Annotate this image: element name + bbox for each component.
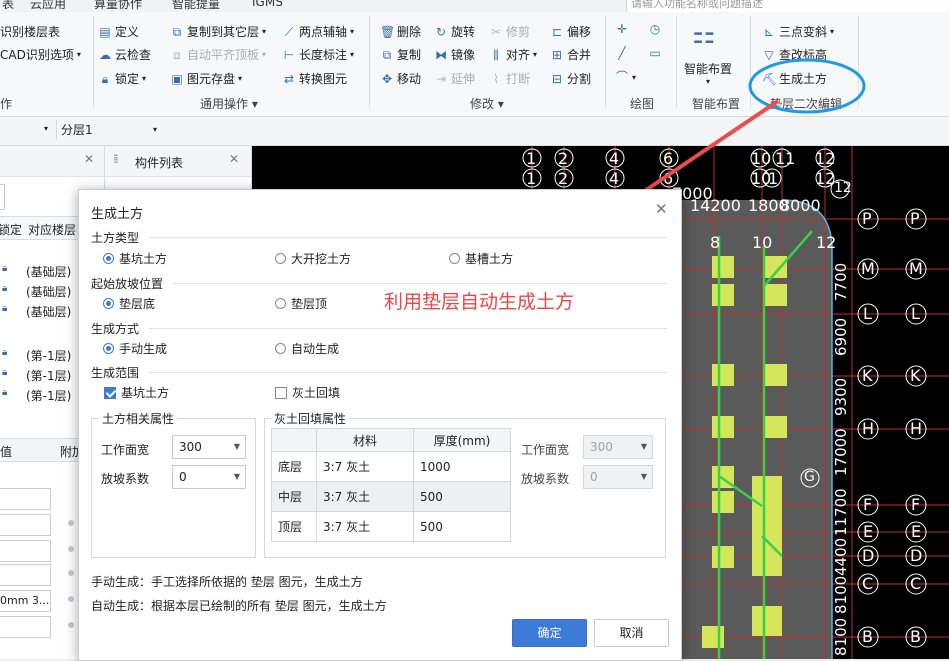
thickness-cell[interactable]: 500 — [413, 481, 511, 512]
work-width-label: 工作面宽 — [101, 443, 150, 457]
row-label: 顶层 — [271, 511, 317, 542]
radio-dot — [275, 343, 286, 354]
radio-manual-generate[interactable]: 手动生成 — [103, 340, 167, 357]
select-value: 0 — [590, 470, 598, 484]
radio-label: 垫层底 — [119, 297, 156, 311]
material-cell[interactable]: 3:7 灰土 — [316, 451, 414, 482]
earth-type-label: 土方类型 — [91, 231, 140, 245]
checkbox-label: 灰土回填 — [292, 386, 341, 400]
check-pit-earthwork[interactable]: 基坑土方 — [104, 384, 169, 401]
select-value: 0 — [179, 470, 187, 484]
checkbox-label: 基坑土方 — [121, 386, 170, 400]
fill-slope-coef-label: 放坡系数 — [521, 472, 570, 486]
gen-mode-label: 生成方式 — [91, 322, 140, 336]
radio-label: 垫层顶 — [291, 297, 328, 311]
fill-layers-table: 材料 厚度(mm) 底层 3:7 灰土 1000 中层 3:7 灰土 500 顶… — [271, 428, 511, 542]
radio-dot — [275, 253, 286, 264]
radio-label: 基槽土方 — [465, 252, 514, 266]
section-divider — [149, 328, 667, 329]
radio-dot — [103, 343, 114, 354]
ok-button[interactable]: 确定 — [512, 619, 587, 647]
radio-label: 基坑土方 — [119, 252, 168, 266]
annotation-text: 利用垫层自动生成土方 — [384, 291, 575, 313]
chevron-down-icon: ▼ — [233, 472, 240, 481]
earth-props-title: 土方相关属性 — [99, 410, 178, 427]
work-width-select[interactable]: 300 ▼ — [172, 435, 246, 459]
section-divider — [149, 372, 667, 373]
gen-range-label: 生成范围 — [91, 366, 140, 380]
radio-open-excavation[interactable]: 大开挖土方 — [275, 250, 351, 267]
radio-label: 大开挖土方 — [291, 252, 352, 266]
radio-cushion-top[interactable]: 垫层顶 — [275, 295, 327, 312]
fill-props-title: 灰土回填属性 — [271, 410, 350, 427]
radio-dot — [103, 298, 114, 309]
generate-earthwork-dialog: 生成土方 ✕ 土方类型 基坑土方 大开挖土方 基槽土方 起始放坡位置 垫层底 垫… — [78, 189, 682, 661]
section-divider — [173, 283, 667, 284]
cancel-button[interactable]: 取消 — [594, 619, 669, 647]
row-label: 底层 — [271, 451, 317, 482]
table-row[interactable]: 顶层 3:7 灰土 500 — [271, 511, 511, 542]
check-lime-backfill[interactable]: 灰土回填 — [275, 384, 340, 401]
chevron-down-icon: ▼ — [233, 442, 240, 451]
slope-coef-label: 放坡系数 — [101, 472, 150, 486]
col-header: 厚度(mm) — [413, 428, 511, 452]
slope-start-label: 起始放坡位置 — [91, 277, 164, 291]
highlight-ellipse — [748, 58, 866, 114]
radio-dot — [275, 298, 286, 309]
close-icon[interactable]: ✕ — [655, 200, 668, 218]
section-divider — [149, 237, 667, 238]
checkbox-box — [104, 386, 116, 399]
radio-cushion-bottom[interactable]: 垫层底 — [103, 295, 155, 312]
radio-dot — [449, 253, 460, 264]
table-row[interactable]: 中层 3:7 灰土 500 — [271, 481, 511, 512]
select-value: 300 — [179, 440, 202, 454]
radio-dot — [103, 253, 114, 264]
thickness-cell[interactable]: 1000 — [413, 451, 511, 482]
radio-label: 手动生成 — [119, 342, 168, 356]
fill-work-width-label: 工作面宽 — [521, 443, 570, 457]
radio-auto-generate[interactable]: 自动生成 — [275, 340, 339, 357]
note-manual: 手动生成：手工选择所依据的 垫层 图元，生成土方 — [91, 575, 363, 589]
col-header — [271, 428, 317, 452]
chevron-down-icon: ▼ — [640, 472, 647, 481]
radio-pit-earthwork[interactable]: 基坑土方 — [103, 250, 167, 267]
fill-work-width-select[interactable]: 300 ▼ — [583, 435, 653, 459]
checkbox-box — [275, 386, 287, 399]
row-label: 中层 — [271, 481, 317, 512]
table-header-row: 材料 厚度(mm) — [271, 428, 511, 452]
col-header: 材料 — [316, 428, 414, 452]
table-row[interactable]: 底层 3:7 灰土 1000 — [271, 451, 511, 482]
chevron-down-icon: ▼ — [640, 442, 647, 451]
fill-slope-coef-select[interactable]: 0 ▼ — [583, 465, 653, 489]
radio-trench-earthwork[interactable]: 基槽土方 — [449, 250, 513, 267]
select-value: 300 — [590, 440, 613, 454]
dialog-title: 生成土方 — [91, 207, 144, 222]
thickness-cell[interactable]: 500 — [413, 511, 511, 542]
slope-coef-select[interactable]: 0 ▼ — [172, 465, 246, 489]
material-cell[interactable]: 3:7 灰土 — [316, 481, 414, 512]
material-cell[interactable]: 3:7 灰土 — [316, 511, 414, 542]
note-auto: 自动生成：根据本层已绘制的所有 垫层 图元，生成土方 — [91, 599, 387, 613]
radio-label: 自动生成 — [291, 342, 340, 356]
